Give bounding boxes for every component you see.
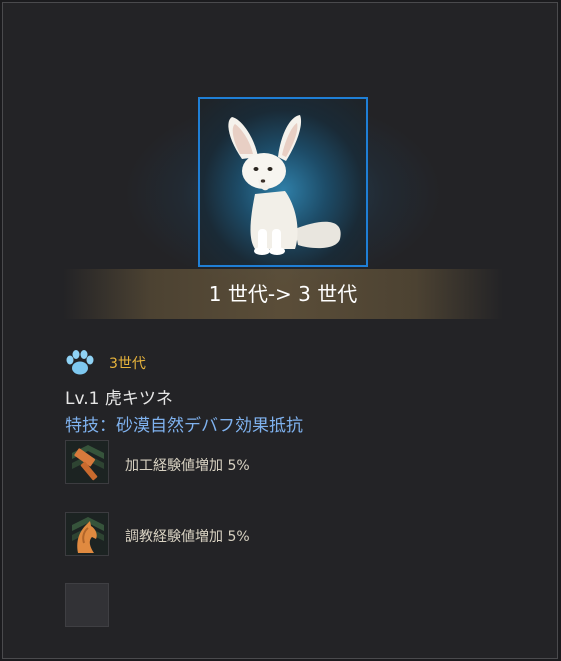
pet-tooltip-panel: 1 世代-> 3 世代 3世代 Lv.1 虎キツネ 特技：砂漠自然デバフ効果抵抗… <box>2 2 558 659</box>
generation-change-text: 1 世代-> 3 世代 <box>208 282 358 306</box>
horse-icon <box>72 517 104 553</box>
pet-name: Lv.1 虎キツネ <box>65 389 173 409</box>
skill-slot-training[interactable] <box>65 512 109 556</box>
fennec-fox-image <box>228 115 341 255</box>
paw-icon <box>66 350 94 375</box>
hammer-icon <box>72 445 104 481</box>
pet-portrait <box>198 97 368 267</box>
skill-label-crafting: 加工経験値増加 5% <box>125 458 250 474</box>
generation-banner: 1 世代-> 3 世代 <box>63 269 503 319</box>
skill-slot-crafting[interactable] <box>65 440 109 484</box>
skill-label-training: 調教経験値増加 5% <box>125 529 250 545</box>
empty-skill-slot[interactable] <box>65 583 109 627</box>
generation-label: 3世代 <box>109 356 146 372</box>
pet-special-skill: 特技：砂漠自然デバフ効果抵抗 <box>65 416 303 436</box>
generation-row: 3世代 <box>65 349 146 377</box>
